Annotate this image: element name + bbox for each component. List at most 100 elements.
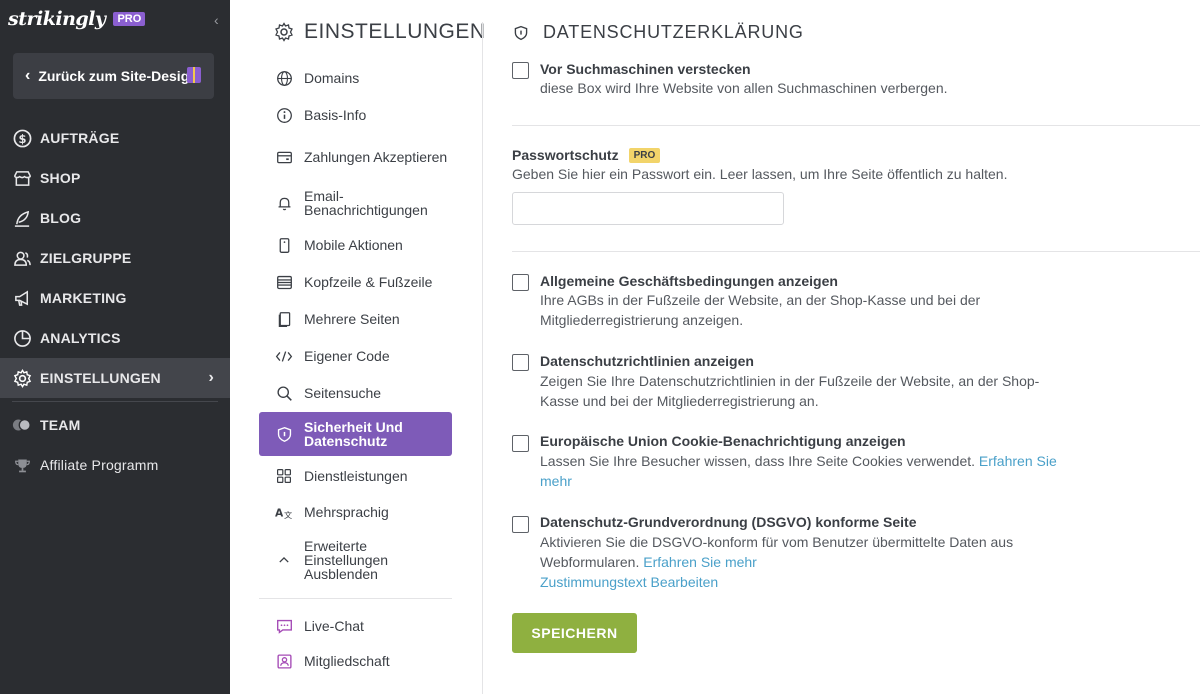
cookie-notice-text: Lassen Sie Ihre Besucher wissen, dass Ih… <box>540 453 976 469</box>
nav-label: AUFTRÄGE <box>40 130 120 146</box>
settings-item-mobile-actions[interactable]: Mobile Aktionen <box>259 235 452 255</box>
settings-item-custom-code[interactable]: Eigener Code <box>259 346 452 366</box>
settings-item-label: Kopfzeile & Fußzeile <box>304 274 433 290</box>
settings-item-email-notifications[interactable]: Email-Benachrichtigungen <box>259 187 452 219</box>
collapse-sidebar-icon[interactable]: ‹ <box>214 12 219 28</box>
privacy-policy-title: Datenschutzrichtlinien anzeigen <box>540 353 754 369</box>
nav-item-marketing[interactable]: MARKETING <box>0 278 230 318</box>
nav-item-team[interactable]: TEAM <box>0 405 230 445</box>
gdpr-title: Datenschutz-Grundverordnung (DSGVO) konf… <box>540 514 917 530</box>
trophy-icon <box>12 455 32 475</box>
nav-label: ANALYTICS <box>40 330 121 346</box>
gear-icon <box>275 22 293 42</box>
settings-item-label: Dienstleistungen <box>304 468 408 484</box>
wallet-icon <box>275 148 293 166</box>
nav-item-audience[interactable]: ZIELGRUPPE <box>0 238 230 278</box>
logo[interactable]: strikingly <box>8 8 106 30</box>
info-icon <box>275 106 293 124</box>
chevron-left-icon: ‹ <box>25 67 31 84</box>
settings-item-hide-advanced[interactable]: Erweiterte Einstellungen Ausblenden <box>259 538 452 582</box>
chevron-right-icon: › <box>208 369 214 386</box>
nav-item-affiliate[interactable]: Affiliate Programm <box>0 445 230 485</box>
chat-icon <box>275 617 293 635</box>
cookie-notice-checkbox[interactable] <box>512 435 529 452</box>
pages-icon <box>275 310 293 328</box>
settings-item-payments[interactable]: Zahlungen Akzeptieren <box>259 141 452 173</box>
password-label-row: Passwortschutz PRO <box>512 147 661 163</box>
shield-icon <box>514 25 528 40</box>
search-icon <box>275 384 293 402</box>
pro-badge: PRO <box>113 12 146 26</box>
dollar-circle-icon: $ <box>12 128 32 148</box>
nav-item-analytics[interactable]: ANALYTICS <box>0 318 230 358</box>
terms-desc: Ihre AGBs in der Fußzeile der Website, a… <box>540 292 981 328</box>
settings-title: EINSTELLUNGEN <box>274 20 486 44</box>
terms-title: Allgemeine Geschäftsbedingungen anzeigen <box>540 273 838 289</box>
privacy-settings-panel: DATENSCHUTZERKLÄRUNG Vor Suchmaschinen v… <box>483 0 1200 694</box>
settings-item-label: Mehrere Seiten <box>304 311 400 327</box>
nav-item-orders[interactable]: $ AUFTRÄGE <box>0 118 230 158</box>
shield-icon <box>275 425 293 443</box>
nav-label: EINSTELLUNGEN <box>40 370 161 386</box>
settings-item-label: Seitensuche <box>304 385 382 401</box>
mobile-icon <box>275 236 293 254</box>
back-button-label: Zurück zum Site-Desig <box>38 68 190 84</box>
settings-item-domains[interactable]: Domains <box>259 68 452 88</box>
section-title-text: DATENSCHUTZERKLÄRUNG <box>543 22 804 42</box>
edit-consent-text-link[interactable]: Zustimmungstext Bearbeiten <box>540 574 718 590</box>
chevron-up-icon <box>275 551 293 569</box>
sidebar-divider <box>12 401 218 402</box>
nav-label: TEAM <box>40 417 81 433</box>
main-sidebar: strikingly PRO ‹ ‹ Zurück zum Site-Desig… <box>0 0 230 694</box>
settings-item-live-chat[interactable]: Live-Chat <box>259 616 452 636</box>
hide-from-search-checkbox[interactable] <box>512 62 529 79</box>
password-label: Passwortschutz <box>512 147 619 163</box>
settings-title-text: EINSTELLUNGEN <box>304 20 486 43</box>
team-icon <box>12 415 32 435</box>
header-footer-icon <box>275 273 293 291</box>
svg-text:A: A <box>275 506 284 519</box>
back-to-designer-button[interactable]: ‹ Zurück zum Site-Desig <box>13 53 214 99</box>
settings-item-label: Basis-Info <box>304 107 367 123</box>
settings-item-label: Mobile Aktionen <box>304 237 403 253</box>
pie-chart-icon <box>12 328 32 348</box>
settings-item-label: Eigener Code <box>304 348 390 364</box>
nav-label: MARKETING <box>40 290 127 306</box>
settings-item-multiple-pages[interactable]: Mehrere Seiten <box>259 309 452 329</box>
nav-item-blog[interactable]: BLOG <box>0 198 230 238</box>
nav-label: SHOP <box>40 170 81 186</box>
settings-item-header-footer[interactable]: Kopfzeile & Fußzeile <box>259 272 452 292</box>
nav-label: ZIELGRUPPE <box>40 250 132 266</box>
nav-item-settings[interactable]: EINSTELLUNGEN › <box>0 358 230 398</box>
settings-item-label: Zahlungen Akzeptieren <box>304 149 448 165</box>
svg-text:$: $ <box>18 131 26 145</box>
settings-item-basic-info[interactable]: Basis-Info <box>259 105 452 125</box>
save-button[interactable]: SPEICHERN <box>512 613 637 653</box>
gift-icon <box>187 67 201 83</box>
password-desc: Geben Sie hier ein Passwort ein. Leer la… <box>512 166 1008 182</box>
nav-item-shop[interactable]: SHOP <box>0 158 230 198</box>
terms-checkbox[interactable] <box>512 274 529 291</box>
cookie-notice-desc: Lassen Sie Ihre Besucher wissen, dass Ih… <box>540 451 1070 491</box>
password-input[interactable] <box>512 192 784 225</box>
settings-item-label: Live-Chat <box>304 618 364 634</box>
gdpr-checkbox[interactable] <box>512 516 529 533</box>
settings-item-label: Mitgliedschaft <box>304 653 390 669</box>
privacy-policy-desc: Zeigen Sie Ihre Datenschutzrichtlinien i… <box>540 373 1040 409</box>
nav-label: BLOG <box>40 210 82 226</box>
logo-row: strikingly PRO <box>8 6 146 32</box>
store-icon <box>12 168 32 188</box>
settings-item-security-privacy[interactable]: Sicherheit Und Datenschutz <box>259 412 452 456</box>
settings-item-multilingual[interactable]: A文 Mehrsprachig <box>259 502 452 522</box>
nav-label: Affiliate Programm <box>40 457 159 473</box>
gdpr-learn-more-link[interactable]: Erfahren Sie mehr <box>643 554 757 570</box>
cookie-notice-title: Europäische Union Cookie-Benachrichtigun… <box>540 433 906 449</box>
settings-item-membership[interactable]: Mitgliedschaft <box>259 651 452 671</box>
gdpr-desc: Aktivieren Sie die DSGVO-konform für vom… <box>540 532 1040 592</box>
settings-item-site-search[interactable]: Seitensuche <box>259 383 452 403</box>
settings-item-label: Mehrsprachig <box>304 504 389 520</box>
users-icon <box>12 248 32 268</box>
privacy-policy-checkbox[interactable] <box>512 354 529 371</box>
settings-item-services[interactable]: Dienstleistungen <box>259 466 452 486</box>
gear-icon <box>12 368 32 388</box>
